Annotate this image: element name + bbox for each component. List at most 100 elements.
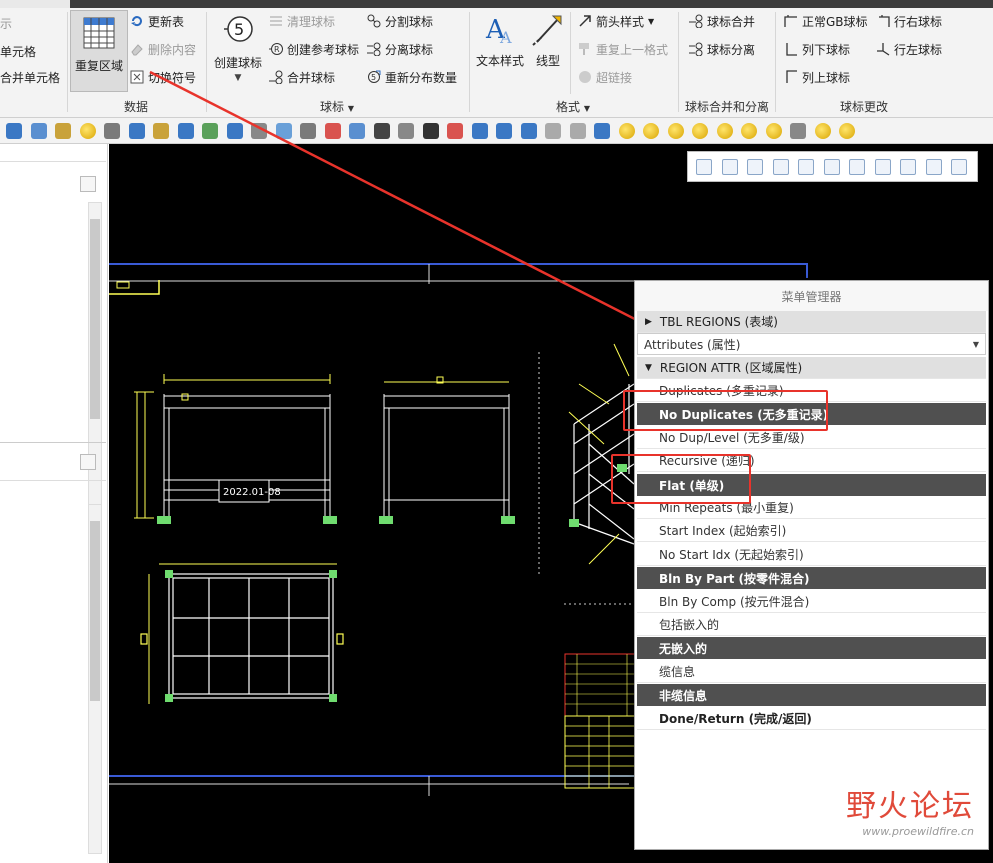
- menu-item[interactable]: No Start Idx (无起始索引): [637, 544, 986, 566]
- toolbar-icon[interactable]: [128, 123, 145, 139]
- clear-list-icon: [269, 14, 283, 28]
- split-balloon-button[interactable]: 分割球标: [367, 10, 433, 32]
- menu-item[interactable]: 包括嵌入的: [637, 614, 986, 636]
- menu-item[interactable]: 非缆信息: [637, 684, 986, 706]
- toolbar-icon[interactable]: [839, 123, 855, 139]
- toolbar-icon[interactable]: [741, 123, 757, 139]
- arrow-style-button[interactable]: 箭头样式 ▼: [578, 10, 654, 32]
- toolbar-icon[interactable]: [275, 123, 292, 139]
- switch-symbol-button[interactable]: 切换符号: [130, 66, 196, 88]
- merge-balloon-button[interactable]: 合并球标: [269, 66, 335, 88]
- toolbar-icon[interactable]: [422, 123, 439, 139]
- line-style-button[interactable]: 线型: [528, 12, 568, 69]
- update-table-label: 更新表: [148, 14, 185, 29]
- delete-content-button[interactable]: 删除内容: [130, 38, 196, 60]
- redistribute-qty-button[interactable]: 5 重新分布数量: [367, 66, 457, 88]
- normal-gb-balloon-button[interactable]: 正常GB球标: [784, 10, 868, 32]
- toolbar-icon[interactable]: [6, 123, 22, 139]
- toolbar-icon[interactable]: [569, 123, 586, 139]
- toolbar-icon[interactable]: [79, 123, 96, 139]
- scrollbar-vertical-2[interactable]: [88, 504, 102, 854]
- datum-point-icon[interactable]: [925, 159, 942, 175]
- merge-cells-button[interactable]: 合并单元格: [0, 66, 60, 88]
- shade-icon[interactable]: [823, 159, 840, 175]
- menu-item[interactable]: Recursive (递归): [637, 450, 986, 472]
- toolbar-icon[interactable]: [765, 123, 782, 139]
- row-left-balloon-button[interactable]: 行左球标: [876, 38, 942, 60]
- view-box-icon[interactable]: [798, 159, 814, 175]
- datum-axis-icon[interactable]: [900, 159, 916, 175]
- create-ref-balloon-button[interactable]: R 创建参考球标: [269, 38, 359, 60]
- eraser-icon: [130, 42, 144, 56]
- menu-item[interactable]: Bln By Part (按零件混合): [637, 567, 986, 589]
- menu-item[interactable]: No Duplicates (无多重记录): [637, 403, 986, 425]
- hyperlink-button[interactable]: 超链接: [578, 66, 632, 88]
- partial-item-1[interactable]: 示: [0, 12, 12, 34]
- menu-item[interactable]: 缆信息: [637, 661, 986, 683]
- toolbar-icon[interactable]: [594, 123, 610, 139]
- toolbar-icon[interactable]: [643, 123, 659, 139]
- toolbar-icon[interactable]: [447, 123, 463, 139]
- toolbar-icon[interactable]: [153, 123, 169, 139]
- attributes-dropdown[interactable]: Attributes (属性) ▼: [637, 333, 986, 355]
- toolbar-icon[interactable]: [471, 123, 488, 139]
- menu-item[interactable]: Bln By Comp (按元件混合): [637, 591, 986, 613]
- zoom-in-icon[interactable]: [721, 159, 738, 175]
- update-table-button[interactable]: 更新表: [130, 10, 184, 32]
- menu-item[interactable]: Start Index (起始索引): [637, 520, 986, 542]
- detach-balloon-button[interactable]: 分离球标: [367, 38, 433, 60]
- toolbar-icon[interactable]: [324, 123, 341, 139]
- clear-balloon-button[interactable]: 清理球标: [269, 10, 335, 32]
- zoom-fit-icon[interactable]: [696, 159, 712, 175]
- toolbar-icon[interactable]: [692, 123, 708, 139]
- toolbar-icon[interactable]: [545, 123, 561, 139]
- toolbar-icon[interactable]: [520, 123, 537, 139]
- datum-axes-icon[interactable]: [849, 159, 865, 175]
- toolbar-icon[interactable]: [251, 123, 267, 139]
- toolbar-icon[interactable]: [814, 123, 831, 139]
- toolbar-icon[interactable]: [716, 123, 733, 139]
- toolbar-icon[interactable]: [104, 123, 120, 139]
- zoom-out-icon[interactable]: [747, 159, 763, 175]
- panel-settings-icon-2[interactable]: [80, 454, 96, 470]
- toolbar-icon[interactable]: [790, 123, 806, 139]
- tbl-regions-header[interactable]: ▶ TBL REGIONS (表域): [637, 311, 986, 333]
- done-return-item[interactable]: Done/Return (完成/返回): [637, 708, 986, 730]
- create-balloon-button[interactable]: 5 创建球标 ▼: [209, 14, 267, 83]
- menu-item[interactable]: Duplicates (多重记录): [637, 380, 986, 402]
- row-right-balloon-button[interactable]: 行右球标: [876, 10, 942, 32]
- toolbar-icon[interactable]: [30, 123, 47, 139]
- menu-item[interactable]: Flat (单级): [637, 474, 986, 496]
- menu-item[interactable]: No Dup/Level (无多重/级): [637, 427, 986, 449]
- menu-item[interactable]: 无嵌入的: [637, 637, 986, 659]
- csys-icon[interactable]: [951, 159, 967, 175]
- toolbar-icon[interactable]: [177, 123, 194, 139]
- toolbar-icon[interactable]: [496, 123, 512, 139]
- repeat-region-button[interactable]: 重复区域: [70, 10, 128, 92]
- menu-item[interactable]: Min Repeats (最小重复): [637, 497, 986, 519]
- cell-button[interactable]: 单元格: [0, 40, 36, 62]
- datum-plane-icon[interactable]: [874, 159, 891, 175]
- toolbar-icon[interactable]: [618, 123, 635, 139]
- toolbar-icon[interactable]: [202, 123, 218, 139]
- format-group-label[interactable]: 格式 ▼: [556, 98, 590, 115]
- repaint-icon[interactable]: [772, 159, 789, 175]
- text-style-button[interactable]: A A 文本样式: [474, 12, 526, 69]
- split-balloon-label: 分割球标: [385, 14, 434, 29]
- toolbar-icon[interactable]: [349, 123, 365, 139]
- toolbar-icon[interactable]: [55, 123, 71, 139]
- col-down-balloon-button[interactable]: 列下球标: [784, 38, 850, 60]
- repeat-format-button[interactable]: 重复上一格式: [578, 38, 668, 60]
- panel-settings-icon[interactable]: [80, 176, 96, 192]
- region-attr-header[interactable]: ▼ REGION ATTR (区域属性): [637, 357, 986, 379]
- toolbar-icon[interactable]: [300, 123, 316, 139]
- balloon-merge-button[interactable]: 球标合并: [689, 10, 755, 32]
- balloon-group-label[interactable]: 球标 ▼: [320, 98, 354, 115]
- format-painter-icon: [578, 42, 592, 56]
- toolbar-icon[interactable]: [373, 123, 390, 139]
- toolbar-icon[interactable]: [398, 123, 414, 139]
- toolbar-icon[interactable]: [226, 123, 243, 139]
- balloon-detach-button[interactable]: 球标分离: [689, 38, 755, 60]
- col-up-balloon-button[interactable]: 列上球标: [784, 66, 850, 88]
- toolbar-icon[interactable]: [667, 123, 684, 139]
